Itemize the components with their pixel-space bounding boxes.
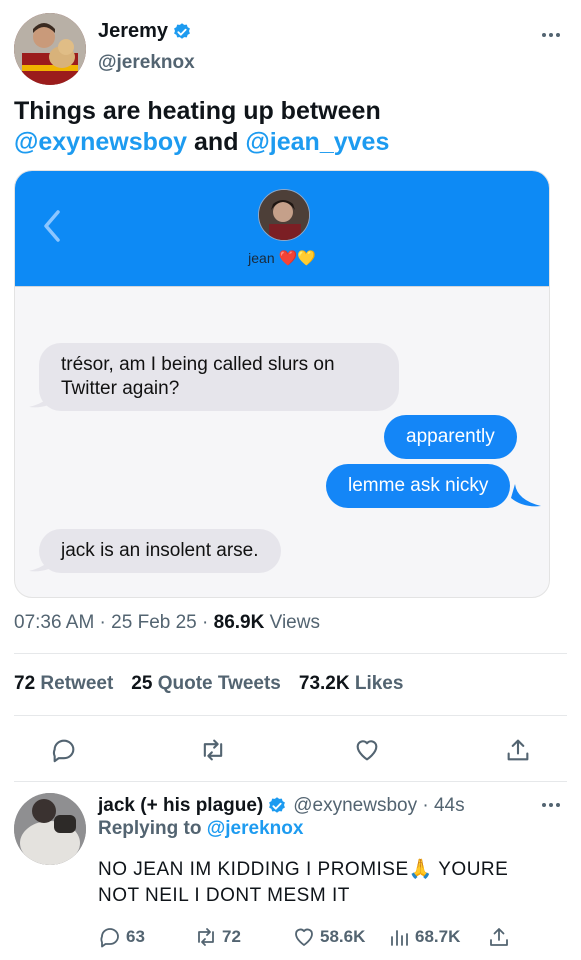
like-count: 58.6K: [320, 927, 366, 946]
bubble-tail: [511, 484, 541, 507]
reply-retweet-button[interactable]: 72: [194, 925, 241, 949]
reply-text: NO JEAN IM KIDDING I PROMISE🙏 YOURE NOT …: [98, 859, 509, 906]
tweet-time[interactable]: 07:36 AM: [14, 612, 94, 633]
verified-badge-icon: [174, 22, 190, 39]
reply-views-button[interactable]: 68.7K: [389, 925, 460, 949]
author-avatar[interactable]: [14, 13, 86, 85]
back-chevron-icon: [44, 210, 60, 242]
more-icon[interactable]: [542, 803, 560, 807]
share-icon[interactable]: [504, 736, 532, 764]
tweet-text: Things are heating up between @exynewsbo…: [14, 96, 554, 158]
replying-to-link[interactable]: @jereknox: [207, 818, 304, 839]
tweet-date[interactable]: 25 Feb 25: [111, 612, 197, 633]
tweet-meta: 07:36 AM · 25 Feb 25 · 86.9K Views: [14, 612, 320, 633]
quote-tweets-stat[interactable]: 25 Quote Tweets: [131, 673, 281, 695]
views-count: 86.9K: [213, 612, 265, 633]
chat-screenshot-image[interactable]: jean ❤️💛 trésor, am I being called slurs…: [14, 170, 550, 598]
divider: [14, 715, 567, 716]
chat-header: jean ❤️💛: [15, 171, 549, 286]
reply-author-handle[interactable]: @exynewsboy: [293, 795, 417, 816]
like-icon[interactable]: [353, 736, 381, 764]
likes-stat[interactable]: 73.2K Likes: [299, 673, 404, 695]
like-icon: [295, 928, 313, 946]
reply-icon: [100, 928, 119, 948]
reply-like-button[interactable]: 58.6K: [292, 925, 365, 949]
reply-reply-button[interactable]: 63: [98, 925, 145, 949]
contact-avatar: [258, 189, 310, 241]
author-handle[interactable]: @jereknox: [98, 52, 195, 74]
retweet-icon: [198, 928, 214, 946]
divider: [14, 653, 567, 654]
message-bubble-incoming: jack is an insolent arse.: [39, 529, 281, 573]
reply-author-avatar[interactable]: [14, 793, 86, 865]
retweets-stat[interactable]: 72 Retweet: [14, 673, 113, 695]
views-icon: [391, 930, 408, 946]
views-label: Views: [269, 612, 320, 633]
reply-icon[interactable]: [50, 736, 78, 764]
author-name[interactable]: Jeremy: [98, 20, 168, 43]
engagement-stats: 72 Retweet 25 Quote Tweets 73.2K Likes: [14, 673, 403, 695]
verified-badge-icon: [269, 797, 286, 813]
message-bubble-outgoing: lemme ask nicky: [326, 464, 511, 508]
reply-count: 63: [126, 927, 145, 946]
reply-share-button[interactable]: [487, 925, 511, 949]
reply-time[interactable]: 44s: [434, 795, 465, 816]
tweet-text-part: Things are heating up between: [14, 97, 381, 125]
header-divider: [15, 286, 549, 287]
retweet-icon[interactable]: [199, 736, 227, 764]
contact-emoji: ❤️💛: [278, 250, 316, 267]
reply-author-name[interactable]: jack (+ his plague): [98, 795, 263, 817]
share-icon: [490, 928, 508, 946]
contact-name: jean ❤️💛: [248, 250, 316, 267]
mention-link[interactable]: @exynewsboy: [14, 128, 187, 156]
view-count: 68.7K: [415, 927, 461, 946]
divider: [14, 781, 567, 782]
message-bubble-outgoing: apparently: [384, 415, 517, 459]
retweet-count: 72: [222, 927, 241, 946]
mention-link[interactable]: @jean_yves: [245, 128, 389, 156]
replying-to: Replying to @jereknox: [98, 818, 304, 839]
more-icon[interactable]: [542, 33, 560, 37]
message-bubble-incoming: trésor, am I being called slurs on Twitt…: [39, 343, 399, 411]
tweet-text-and: and: [194, 128, 239, 156]
